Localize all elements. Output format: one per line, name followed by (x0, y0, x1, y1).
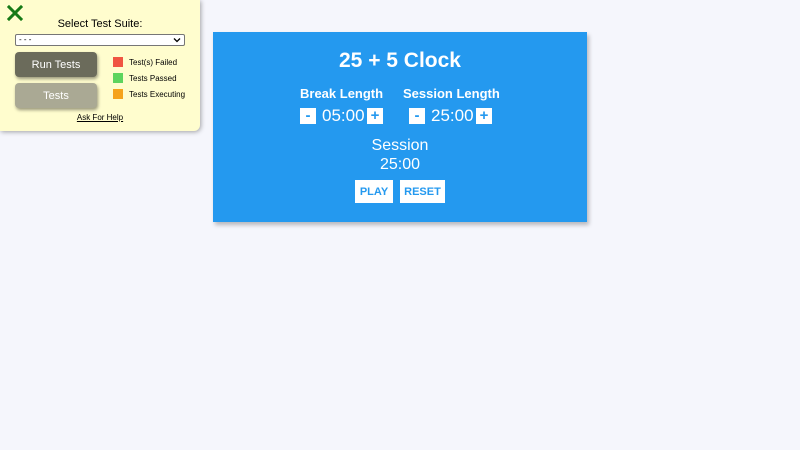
legend-executing: Tests Executing (113, 89, 185, 99)
clock-card: 25 + 5 Clock Break Length Session Length… (213, 32, 587, 222)
legend-passed: Tests Passed (113, 73, 177, 83)
break-decrement-button[interactable]: - (300, 108, 316, 124)
suite-label: Select Test Suite: (57, 18, 143, 30)
reset-button[interactable]: RESET (400, 180, 445, 203)
failed-swatch (113, 57, 123, 67)
suite-selected-value: - - - (19, 35, 32, 44)
break-increment-button[interactable]: + (367, 108, 383, 124)
timer-value: 25:00 (379, 156, 421, 173)
session-length-label: Session Length (403, 86, 500, 101)
chevron-down-icon (173, 38, 181, 43)
legend-failed: Test(s) Failed (113, 57, 177, 67)
legend-passed-label: Tests Passed (129, 73, 177, 83)
test-suite-select[interactable]: - - - (15, 34, 185, 46)
legend-failed-label: Test(s) Failed (129, 57, 178, 67)
legend-executing-label: Tests Executing (129, 89, 186, 99)
timer-label: Session (371, 137, 429, 154)
break-length-label: Break Length (300, 86, 384, 101)
ask-for-help-link[interactable]: Ask For Help (0, 113, 200, 122)
passed-swatch (113, 73, 123, 83)
break-length-value: 05:00 (322, 106, 365, 125)
clock-title: 25 + 5 Clock (339, 49, 461, 72)
test-suite-panel: Select Test Suite: - - - Run Tests Tests… (0, 0, 200, 131)
play-button[interactable]: PLAY (355, 180, 393, 203)
session-decrement-button[interactable]: - (409, 108, 425, 124)
executing-swatch (113, 89, 123, 99)
run-tests-button[interactable]: Run Tests (15, 52, 97, 77)
tests-button[interactable]: Tests (15, 83, 97, 108)
session-length-value: 25:00 (431, 106, 474, 125)
session-increment-button[interactable]: + (476, 108, 492, 124)
